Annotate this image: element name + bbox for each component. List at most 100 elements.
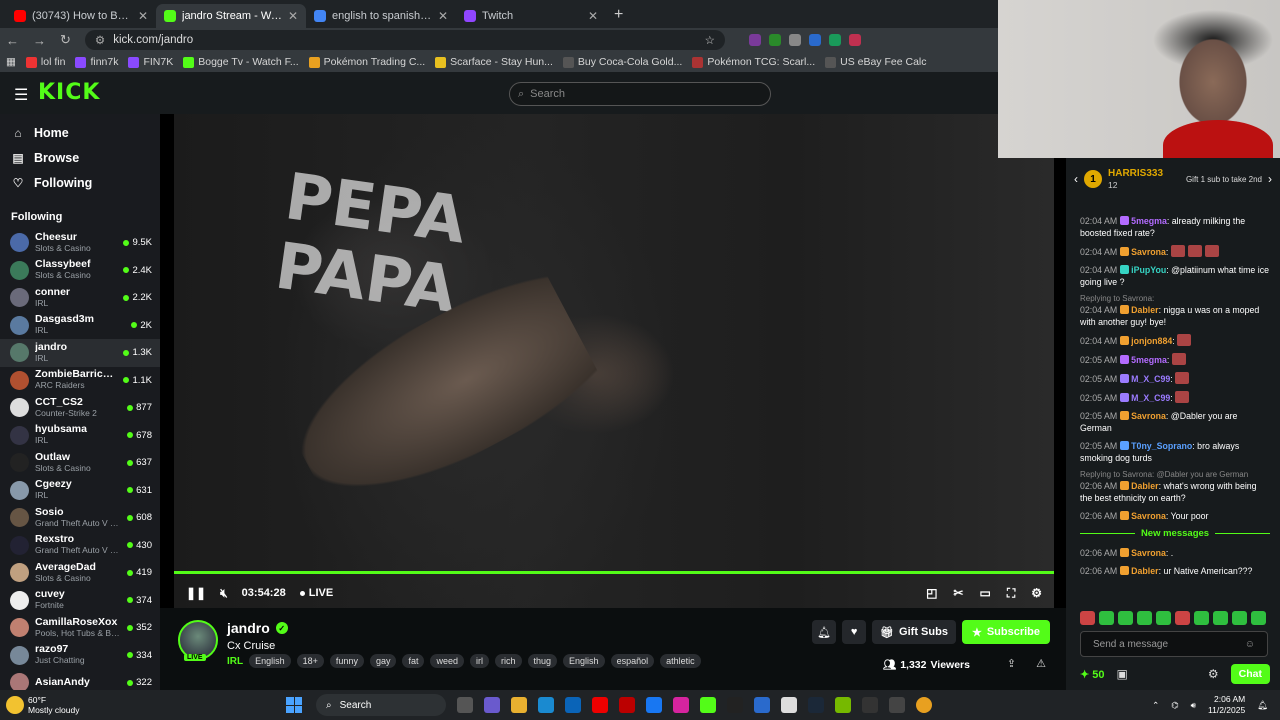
chat-username[interactable]: 5megma	[1131, 355, 1167, 365]
chat-message[interactable]: 02:05 AM M_X_C99:	[1080, 372, 1270, 385]
emote-icon[interactable]	[1099, 611, 1114, 625]
sidebar-channel-razo97[interactable]: razo97 Just Chatting 334	[0, 642, 160, 670]
chat-username[interactable]: Dabler	[1131, 481, 1158, 491]
share-icon[interactable]: ⇪	[1007, 657, 1016, 670]
copilot-icon[interactable]	[484, 697, 500, 713]
bookmark-star-icon[interactable]: ☆	[705, 33, 715, 47]
tag-chip[interactable]: español	[610, 654, 655, 668]
sidebar-channel-jandro[interactable]: jandro IRL 1.3K	[0, 339, 160, 367]
chat-message[interactable]: 02:06 AM Savrona: .	[1080, 547, 1270, 559]
chat-username[interactable]: 5megma	[1131, 216, 1167, 226]
chat-settings-icon[interactable]: ⚙	[1208, 667, 1219, 681]
volume-icon[interactable]: 🔊︎	[1191, 700, 1196, 711]
bookmark-item[interactable]: finn7k	[75, 56, 118, 68]
chat-message[interactable]: 02:05 AM Savrona: @Dabler you are German	[1080, 410, 1270, 434]
follow-heart-icon[interactable]: ♥	[842, 620, 867, 644]
sidebar-channel-camillarosexox[interactable]: CamillaRoseXox Pools, Hot Tubs & Biki... 3…	[0, 614, 160, 642]
task-view-icon[interactable]	[457, 697, 473, 713]
forward-icon[interactable]: →	[33, 33, 46, 48]
report-icon[interactable]: ⚠	[1036, 657, 1046, 670]
bookmark-item[interactable]: Pokémon TCG: Scarl...	[692, 56, 815, 68]
emote-icon[interactable]	[1156, 611, 1171, 625]
taskbar-search[interactable]: ⌕ Search	[316, 694, 446, 716]
chat-username[interactable]: Savrona	[1131, 411, 1166, 421]
weather-widget[interactable]: 60°F Mostly cloudy	[0, 695, 270, 715]
sidebar-channel-classybeef[interactable]: Classybeef Slots & Casino 2.4K	[0, 257, 160, 285]
search-input[interactable]: ⌕ Search	[509, 82, 771, 106]
mute-icon[interactable]: 🔇︎	[220, 586, 228, 601]
extension-icon[interactable]	[848, 34, 861, 46]
tag-chip[interactable]: rich	[495, 654, 522, 668]
kick-app-icon[interactable]	[700, 697, 716, 713]
netflix-icon[interactable]	[619, 697, 635, 713]
sidebar-channel-outlaw[interactable]: Outlaw Slots & Casino 637	[0, 449, 160, 477]
nav-following[interactable]: ♡ Following	[0, 170, 160, 195]
facebook-icon[interactable]	[646, 697, 662, 713]
sidebar-channel-cuvey[interactable]: cuvey Fortnite 374	[0, 587, 160, 615]
app-icon[interactable]	[754, 697, 770, 713]
extension-icon[interactable]	[808, 34, 821, 46]
clock[interactable]: 2:06 AM 11/2/2025	[1208, 694, 1245, 716]
nav-home[interactable]: ⌂ Home	[0, 120, 160, 145]
emote-icon[interactable]	[1251, 611, 1266, 625]
file-explorer-icon[interactable]	[511, 697, 527, 713]
tag-chip[interactable]: English	[249, 654, 291, 668]
network-icon[interactable]: ⌬	[1171, 700, 1178, 711]
pause-icon[interactable]: ❚❚	[186, 586, 206, 600]
edge-icon[interactable]	[538, 697, 554, 713]
url-field[interactable]: ⚙ kick.com/jandro ☆	[84, 30, 725, 50]
channel-name[interactable]: jandro ✓	[227, 620, 288, 636]
kick-logo[interactable]: KICK	[38, 80, 100, 105]
close-icon[interactable]: ✕	[588, 9, 598, 23]
fullscreen-icon[interactable]: ⛶	[1007, 586, 1015, 601]
sidebar-channel-dasgasd3m[interactable]: Dasgasd3m IRL 2K	[0, 312, 160, 340]
chat-username[interactable]: iPupYou	[1131, 265, 1166, 275]
emote-icon[interactable]	[1080, 611, 1095, 625]
chrome-icon[interactable]	[916, 697, 932, 713]
browser-tab[interactable]: english to spanish - Google Se ✕	[306, 4, 456, 28]
chevron-up-icon[interactable]: ⌃	[1152, 700, 1159, 711]
chat-username[interactable]: jonjon884	[1131, 336, 1172, 346]
chat-message[interactable]: 02:05 AM M_X_C99:	[1080, 391, 1270, 404]
extension-icon[interactable]	[788, 34, 801, 46]
chat-message[interactable]: 02:04 AM Savrona:	[1080, 245, 1270, 258]
instagram-icon[interactable]	[673, 697, 689, 713]
video-player[interactable]: PEPA PAPA ❚❚ 🔇︎ 03:54:28 LIVE ◰ ✂ ▭ ⛶ ⚙	[160, 114, 1066, 608]
chat-message[interactable]: 02:06 AM Dabler: ur Native American???	[1080, 565, 1270, 577]
gift-icon[interactable]: ▣	[1117, 667, 1128, 681]
reload-icon[interactable]: ↻	[60, 32, 71, 48]
bookmark-item[interactable]: Pokémon Trading C...	[308, 56, 425, 68]
chat-username[interactable]: Savrona	[1131, 511, 1166, 521]
new-messages-divider[interactable]: New messages	[1080, 528, 1270, 539]
gift-prompt[interactable]: Gift 1 sub to take 2nd	[1186, 175, 1262, 184]
clip-icon[interactable]: ✂	[953, 586, 963, 601]
emote-icon[interactable]	[1118, 611, 1133, 625]
chat-username[interactable]: M_X_C99	[1131, 374, 1170, 384]
progress-bar[interactable]	[174, 571, 1054, 574]
app-icon[interactable]	[889, 697, 905, 713]
epic-icon[interactable]	[862, 697, 878, 713]
gift-subs-button[interactable]: 🎁︎ Gift Subs	[872, 620, 956, 644]
tag-chip[interactable]: athletic	[660, 654, 701, 668]
emote-icon[interactable]	[1175, 611, 1190, 625]
channel-points[interactable]: ✦ 50	[1080, 668, 1105, 681]
chat-message[interactable]: 02:05 AM 5megma:	[1080, 353, 1270, 366]
chat-input[interactable]: Send a message ☺	[1080, 631, 1268, 657]
menu-icon[interactable]: ☰	[14, 85, 28, 105]
chat-message[interactable]: 02:04 AM jonjon884:	[1080, 334, 1270, 347]
settings-icon[interactable]: ⚙	[1031, 586, 1042, 601]
notification-icon[interactable]: 🔔︎	[1257, 700, 1268, 711]
chat-username[interactable]: M_X_C99	[1131, 393, 1170, 403]
tag-chip[interactable]: English	[563, 654, 605, 668]
tag-chip[interactable]: gay	[369, 654, 397, 668]
extension-icon[interactable]	[748, 34, 761, 46]
chat-message[interactable]: 02:06 AM Savrona: Your poor	[1080, 510, 1270, 522]
tag-chip[interactable]: thug	[527, 654, 558, 668]
browser-tab[interactable]: Twitch ✕	[456, 4, 606, 28]
chat-message[interactable]: 02:06 AM Dabler: what's wrong with being …	[1080, 480, 1270, 504]
extension-icon[interactable]	[768, 34, 781, 46]
close-icon[interactable]: ✕	[438, 9, 448, 23]
chat-send-button[interactable]: Chat	[1230, 664, 1270, 684]
emote-icon[interactable]	[1194, 611, 1209, 625]
bookmark-item[interactable]: lol fin	[25, 56, 65, 68]
